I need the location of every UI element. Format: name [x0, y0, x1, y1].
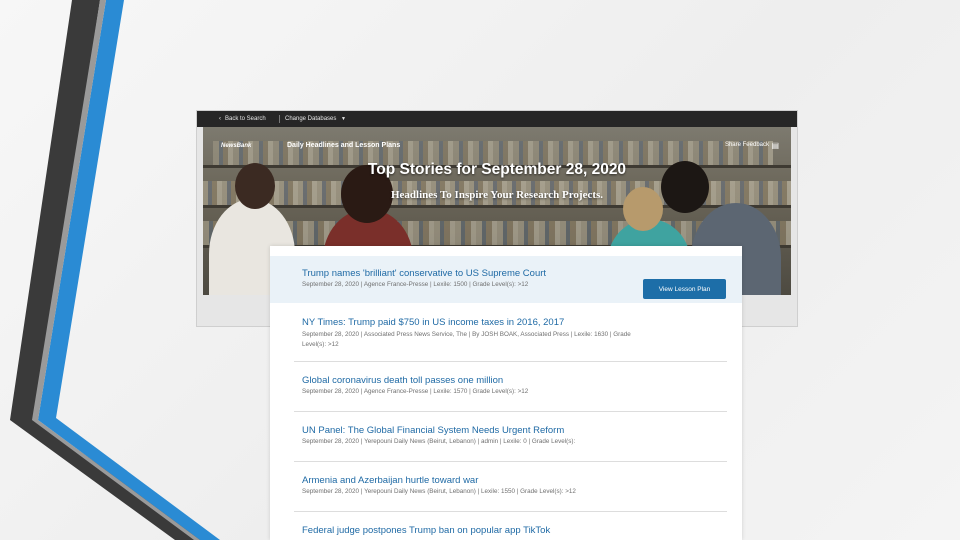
view-lesson-plan-button[interactable]: View Lesson Plan: [643, 279, 726, 299]
divider: [294, 461, 727, 462]
list-item[interactable]: Federal judge postpones Trump ban on pop…: [270, 513, 742, 540]
article-meta: September 28, 2020 | Yerepouni Daily New…: [302, 438, 576, 445]
chevron-left-icon: ‹: [219, 116, 221, 122]
article-meta: September 28, 2020 | Agence France-Press…: [302, 388, 529, 395]
list-item[interactable]: Global coronavirus death toll passes one…: [270, 363, 742, 412]
article-title-link[interactable]: Trump names 'brilliant' conservative to …: [302, 268, 546, 279]
article-title-link[interactable]: UN Panel: The Global Financial System Ne…: [302, 425, 564, 436]
back-to-search-label: Back to Search: [225, 116, 266, 122]
page-title: Top Stories for September 28, 2020: [367, 161, 627, 178]
page-subtitle: Headlines To Inspire Your Research Proje…: [390, 189, 604, 201]
newsbank-logo: NewsBank: [221, 143, 252, 149]
article-title-link[interactable]: Armenia and Azerbaijan hurtle toward war: [302, 475, 478, 486]
top-navigation-bar: ‹ Back to Search Change Databases ▼: [197, 111, 797, 127]
bookshelf-line: [203, 205, 791, 208]
share-feedback-link[interactable]: Share Feedback: [725, 142, 769, 148]
list-item[interactable]: NY Times: Trump paid $750 in US income t…: [270, 306, 742, 362]
back-to-search-link[interactable]: ‹ Back to Search: [219, 111, 266, 127]
top-stories-list: Trump names 'brilliant' conservative to …: [270, 246, 742, 540]
product-name: Daily Headlines and Lesson Plans: [287, 142, 401, 149]
article-meta: September 28, 2020 | Associated Press Ne…: [302, 331, 631, 348]
list-item[interactable]: UN Panel: The Global Financial System Ne…: [270, 413, 742, 462]
article-title-link[interactable]: Federal judge postpones Trump ban on pop…: [302, 525, 550, 536]
article-title-link[interactable]: NY Times: Trump paid $750 in US income t…: [302, 317, 564, 328]
divider: [294, 511, 727, 512]
divider: [294, 361, 727, 362]
deco-gray-stripe: [32, 0, 200, 540]
change-databases-menu[interactable]: Change Databases ▼: [285, 111, 346, 127]
list-item[interactable]: Trump names 'brilliant' conservative to …: [270, 256, 742, 303]
divider: [294, 411, 727, 412]
list-item[interactable]: Armenia and Azerbaijan hurtle toward war…: [270, 463, 742, 512]
caret-down-icon: ▼: [341, 116, 346, 122]
article-title-link[interactable]: Global coronavirus death toll passes one…: [302, 375, 503, 386]
article-meta: September 28, 2020 | Yerepouni Daily New…: [302, 488, 576, 495]
change-databases-label: Change Databases: [285, 116, 337, 122]
feedback-icon[interactable]: ▤: [771, 142, 779, 150]
article-meta: September 28, 2020 | Agence France-Press…: [302, 281, 529, 288]
nav-divider: [279, 115, 280, 123]
